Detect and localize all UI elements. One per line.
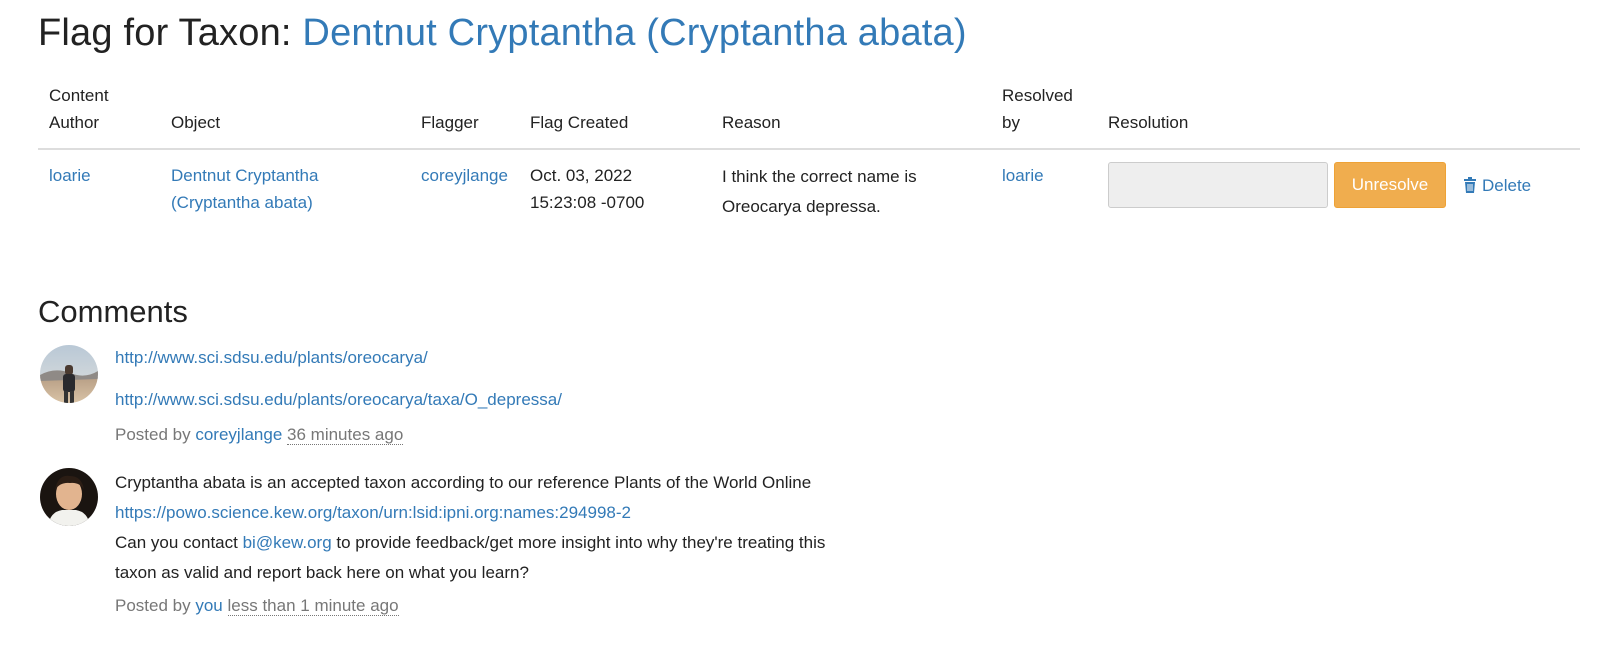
comment-author-link[interactable]: coreyjlange (195, 425, 282, 444)
resolution-controls: Unresolve Delete (1108, 162, 1570, 208)
comment-text-part: Can you contact (115, 533, 238, 552)
header-resolved-by: Resolved by (991, 82, 1097, 150)
flag-table: Content Author Object Flagger Flag Creat… (38, 82, 1580, 230)
comment-link[interactable]: https://powo.science.kew.org/taxon/urn:l… (115, 503, 631, 522)
email-link[interactable]: bi@kew.org (243, 533, 332, 552)
object-link[interactable]: Dentnut Cryptantha (Cryptantha abata) (171, 166, 318, 212)
avatar-photo (40, 345, 98, 403)
flag-created-date: Oct. 03, 2022 (530, 166, 633, 185)
comment-meta: Posted by you less than 1 minute ago (115, 596, 835, 616)
comments-heading: Comments (38, 294, 188, 329)
table-header-row: Content Author Object Flagger Flag Creat… (38, 82, 1580, 150)
comment-time: less than 1 minute ago (227, 596, 399, 616)
page-title: Flag for Taxon: Dentnut Cryptantha (Cryp… (38, 12, 967, 55)
cell-resolved-by: loarie (991, 149, 1097, 230)
comment-link[interactable]: http://www.sci.sdsu.edu/plants/oreocarya… (115, 348, 428, 367)
page-title-prefix: Flag for Taxon: (38, 12, 292, 54)
avatar[interactable] (40, 345, 98, 403)
delete-label: Delete (1482, 175, 1532, 195)
avatar[interactable] (40, 468, 98, 526)
comment-link[interactable]: http://www.sci.sdsu.edu/plants/oreocarya… (115, 390, 562, 409)
cell-reason: I think the correct name is Oreocarya de… (711, 149, 991, 230)
unresolve-button[interactable]: Unresolve (1334, 162, 1446, 208)
comment-body: Cryptantha abata is an accepted taxon ac… (115, 468, 835, 616)
comment-text-part: Cryptantha abata is an accepted taxon ac… (115, 473, 812, 492)
flagger-link[interactable]: coreyjlange (421, 166, 508, 185)
comment-author-link[interactable]: you (195, 596, 222, 615)
reason-text: I think the correct name is Oreocarya de… (722, 167, 917, 216)
posted-by-label: Posted by (115, 596, 191, 615)
cell-content-author: loarie (38, 149, 160, 230)
cell-flag-created: Oct. 03, 2022 15:23:08 -0700 (519, 149, 711, 230)
comment-time: 36 minutes ago (287, 425, 404, 445)
header-resolution: Resolution (1097, 82, 1580, 150)
trash-icon (1464, 177, 1476, 193)
delete-button[interactable]: Delete (1464, 172, 1531, 199)
comment-body: http://www.sci.sdsu.edu/plants/oreocarya… (115, 343, 835, 445)
flag-created-time: 15:23:08 -0700 (530, 193, 645, 212)
header-flagger: Flagger (410, 82, 519, 150)
cell-object: Dentnut Cryptantha (Cryptantha abata) (160, 149, 410, 230)
avatar-photo (40, 468, 98, 526)
header-reason: Reason (711, 82, 991, 150)
cell-resolution: Unresolve Delete (1097, 149, 1580, 230)
content-author-link[interactable]: loarie (49, 166, 91, 185)
comment-meta: Posted by coreyjlange 36 minutes ago (115, 425, 835, 445)
comment-text: Cryptantha abata is an accepted taxon ac… (115, 468, 835, 588)
taxon-title-link[interactable]: Dentnut Cryptantha (Cryptantha abata) (302, 12, 966, 54)
header-content-author: Content Author (38, 82, 160, 150)
header-flag-created: Flag Created (519, 82, 711, 150)
header-object: Object (160, 82, 410, 150)
table-row: loarie Dentnut Cryptantha (Cryptantha ab… (38, 149, 1580, 230)
posted-by-label: Posted by (115, 425, 191, 444)
resolution-input[interactable] (1108, 162, 1328, 208)
resolved-by-link[interactable]: loarie (1002, 166, 1044, 185)
cell-flagger: coreyjlange (410, 149, 519, 230)
